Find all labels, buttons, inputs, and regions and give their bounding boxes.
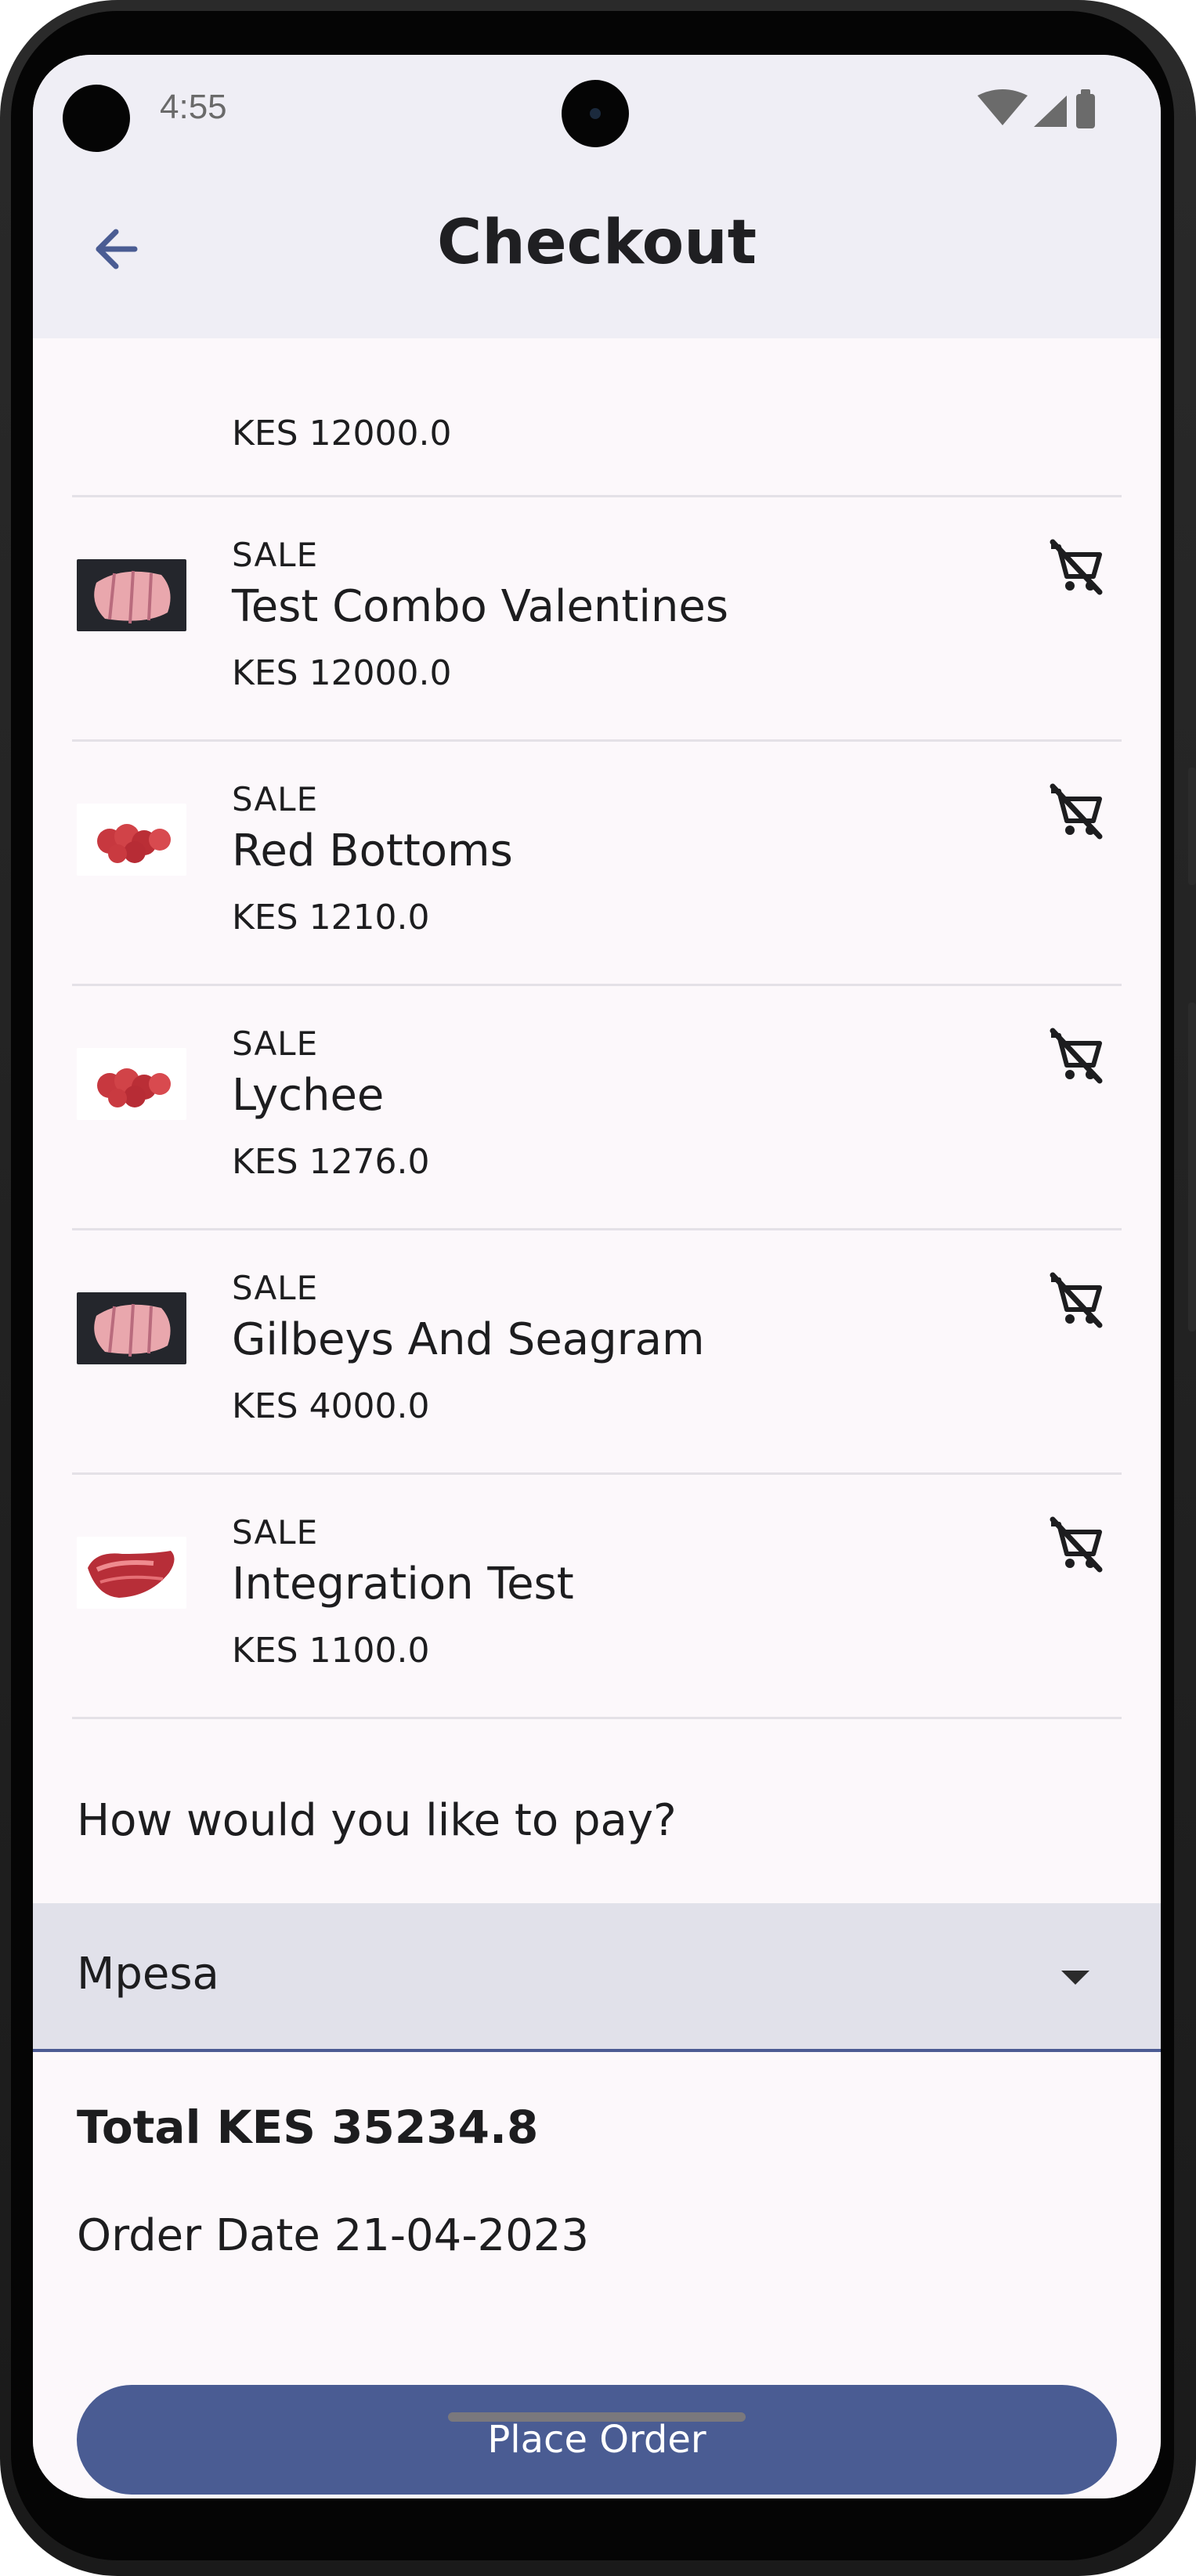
status-time: 4:55 [160, 88, 227, 126]
remove-from-cart-icon[interactable] [1043, 1269, 1106, 1331]
remove-from-cart-icon[interactable] [1043, 1513, 1106, 1576]
side-button [1188, 1003, 1196, 1331]
item-price: KES 1100.0 [232, 1631, 430, 1671]
item-name: Lychee [232, 1070, 385, 1121]
item-price: KES 1276.0 [232, 1142, 430, 1182]
meat-icon [77, 1292, 186, 1364]
side-button [1188, 768, 1196, 885]
cart-item: SALE Lychee KES 1276.0 [33, 987, 1161, 1231]
cart-item: SALE Red Bottoms KES 1210.0 [33, 742, 1161, 987]
remove-from-cart-icon[interactable] [1043, 780, 1106, 843]
front-camera [562, 80, 629, 147]
item-price: KES 4000.0 [232, 1386, 430, 1426]
status-indicator [63, 85, 130, 152]
item-sale-label: SALE [232, 1269, 319, 1307]
item-sale-label: SALE [232, 1513, 319, 1552]
order-date: Order Date 21-04-2023 [77, 2210, 590, 2261]
item-price: KES 1210.0 [232, 898, 430, 938]
previous-item-price: KES 12000.0 [232, 414, 452, 453]
divider [72, 495, 1122, 497]
place-order-button[interactable]: Place Order [77, 2385, 1117, 2495]
divider [72, 984, 1122, 986]
payment-method-value: Mpesa [77, 1949, 219, 2000]
screen: 4:55 Checkout KES 12000.0 SALE Test Comb… [33, 55, 1161, 2498]
checkout-content: KES 12000.0 SALE Test Combo Valentines K… [33, 338, 1161, 2498]
item-sale-label: SALE [232, 1024, 319, 1063]
item-name: Red Bottoms [232, 826, 513, 876]
cart-item: SALE Integration Test KES 1100.0 [33, 1476, 1161, 1720]
order-total: Total KES 35234.8 [77, 2101, 539, 2154]
meat-icon [77, 559, 186, 631]
divider [72, 1472, 1122, 1475]
wifi-icon [977, 89, 1028, 125]
battery-icon [1076, 94, 1095, 128]
item-sale-label: SALE [232, 780, 319, 818]
cart-item: SALE Test Combo Valentines KES 12000.0 [33, 498, 1161, 742]
item-name: Gilbeys And Seagram [232, 1314, 705, 1365]
payment-question: How would you like to pay? [77, 1795, 677, 1846]
page-title: Checkout [436, 208, 757, 278]
divider [72, 1717, 1122, 1719]
remove-from-cart-icon[interactable] [1043, 1024, 1106, 1087]
cart-item: SALE Gilbeys And Seagram KES 4000.0 [33, 1231, 1161, 1476]
item-name: Integration Test [232, 1559, 574, 1610]
dropdown-arrow-icon [1061, 1971, 1089, 1985]
status-icons [977, 89, 1095, 128]
item-sale-label: SALE [232, 536, 319, 574]
steak-icon [77, 1537, 186, 1609]
remove-from-cart-icon[interactable] [1043, 536, 1106, 598]
signal-icon [1034, 96, 1067, 127]
fruit-icon [77, 804, 186, 876]
item-name: Test Combo Valentines [232, 581, 729, 632]
divider [72, 739, 1122, 742]
fruit-icon [77, 1048, 186, 1120]
payment-method-select[interactable]: Mpesa [33, 1903, 1161, 2052]
app-bar: 4:55 Checkout [33, 55, 1161, 338]
divider [72, 1228, 1122, 1230]
home-indicator[interactable] [448, 2412, 746, 2422]
item-price: KES 12000.0 [232, 653, 452, 693]
